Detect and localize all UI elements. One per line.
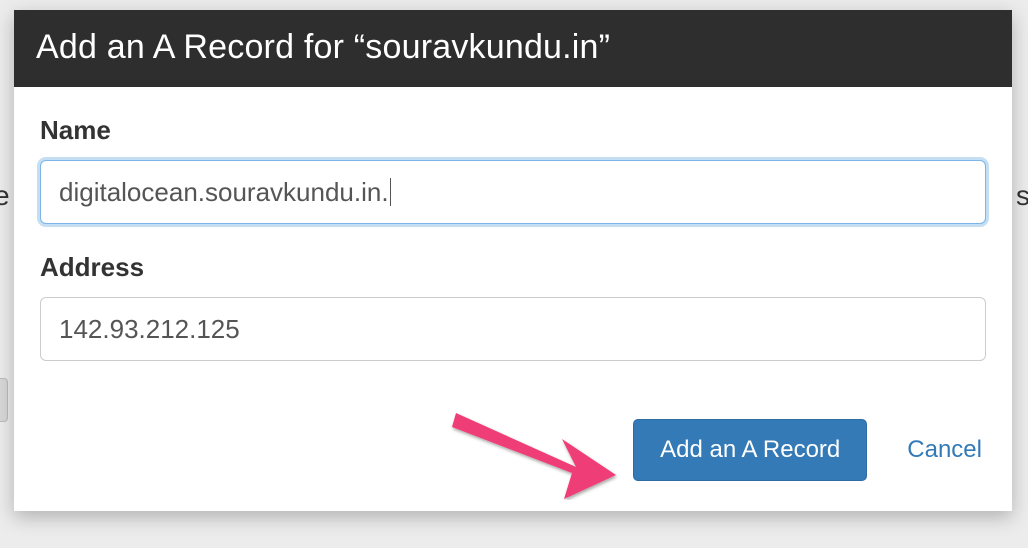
modal-body: Name digitalocean.souravkundu.in. Addres… [14,87,1012,399]
name-input[interactable]: digitalocean.souravkundu.in. [40,160,986,224]
name-field-block: Name digitalocean.souravkundu.in. [40,115,986,224]
address-label: Address [40,252,986,283]
text-cursor [390,178,391,206]
name-label: Name [40,115,986,146]
modal-title: Add an A Record for “souravkundu.in” [36,28,986,67]
add-record-button[interactable]: Add an A Record [633,419,867,481]
name-input-value: digitalocean.souravkundu.in. [59,177,389,208]
background-fragment-box [0,378,8,422]
address-input-value: 142.93.212.125 [59,314,240,345]
add-a-record-modal: Add an A Record for “souravkundu.in” Nam… [14,10,1012,511]
background-fragment-left: e [0,180,10,212]
background-fragment-right: s [1016,180,1028,212]
address-field-block: Address 142.93.212.125 [40,252,986,361]
modal-footer: Add an A Record Cancel [14,399,1012,511]
modal-header: Add an A Record for “souravkundu.in” [14,10,1012,87]
address-input[interactable]: 142.93.212.125 [40,297,986,361]
cancel-link[interactable]: Cancel [907,436,982,464]
